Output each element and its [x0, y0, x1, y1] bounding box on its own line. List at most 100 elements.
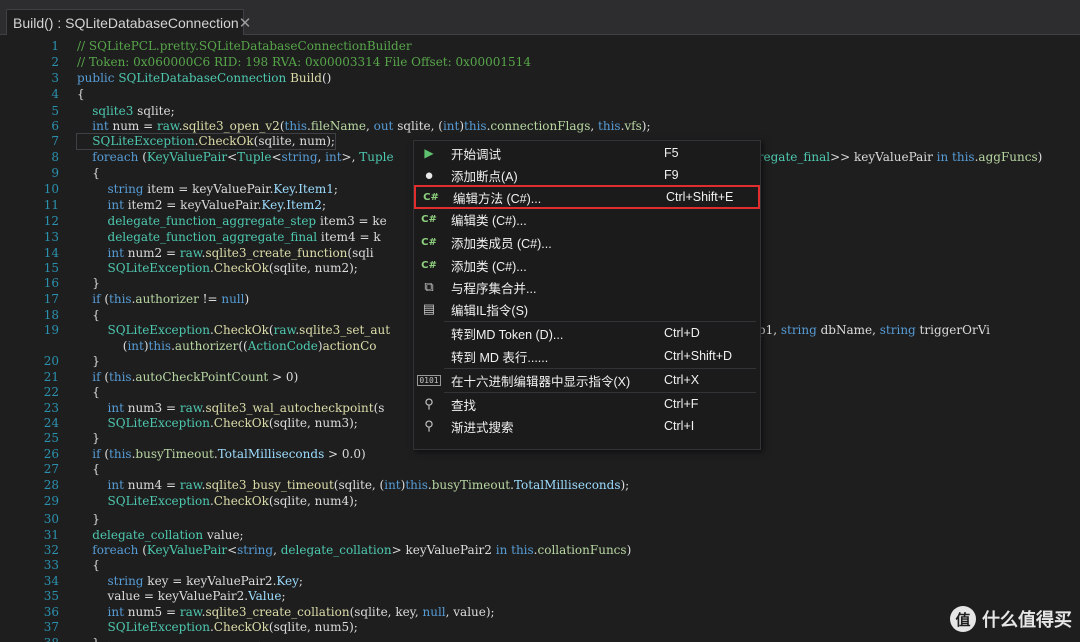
code-token: >,	[341, 150, 360, 164]
menu-item[interactable]: ⚲ 查找 Ctrl+F	[414, 393, 760, 415]
menu-item-shortcut: Ctrl+X	[664, 373, 700, 387]
menu-item[interactable]: ▤ 编辑IL指令(S)	[414, 298, 760, 320]
code-token: {	[77, 87, 85, 101]
code-line[interactable]: 3 public SQLiteDatabaseConnection Build()	[0, 71, 1080, 86]
code-token: foreach	[92, 543, 143, 557]
code-token: (sqlite, num);	[253, 134, 335, 148]
code-token: in	[495, 543, 512, 557]
code-text: // Token: 0x060000C6 RID: 198 RVA: 0x000…	[77, 55, 531, 70]
code-line[interactable]: 37 SQLiteException.CheckOk(sqlite, num5)…	[0, 620, 1080, 635]
code-token: triggerOrVi	[919, 323, 991, 337]
code-line[interactable]: 28 int num4 = raw.sqlite3_busy_timeout(s…	[0, 478, 1080, 493]
line-number: 15	[43, 261, 59, 275]
code-token: sqlite3	[92, 104, 138, 118]
code-token: this	[284, 119, 308, 133]
code-text: SQLiteException.CheckOk(sqlite, num5);	[77, 620, 358, 635]
menu-item[interactable]: ⧉ 与程序集合并...	[414, 276, 760, 298]
code-token: int	[107, 198, 128, 212]
code-line[interactable]: 4{	[0, 87, 1080, 102]
code-line[interactable]: 2 // Token: 0x060000C6 RID: 198 RVA: 0x00…	[0, 55, 1080, 70]
code-line[interactable]: 29 SQLiteException.CheckOk(sqlite, num4)…	[0, 494, 1080, 509]
code-text: delegate_collation value;	[77, 528, 243, 543]
code-token: num3 =	[127, 401, 180, 415]
code-token: Key	[273, 182, 295, 196]
code-token: authorizer	[135, 292, 199, 306]
code-token: raw	[179, 401, 202, 415]
tab-build-method[interactable]: Build() : SQLiteDatabaseConnection ✕	[6, 9, 251, 35]
tab-bar: Build() : SQLiteDatabaseConnection ✕	[0, 0, 1080, 35]
watermark-logo-icon: 值	[950, 606, 976, 632]
menu-item[interactable]: C# 编辑方法 (C#)... Ctrl+Shift+E	[414, 185, 760, 209]
code-token: KeyValuePair	[146, 150, 228, 164]
code-token: <	[227, 543, 238, 557]
code-token: {	[77, 462, 100, 476]
code-line[interactable]: 30 }	[0, 512, 1080, 527]
close-icon[interactable]: ✕	[239, 14, 252, 32]
code-token: this	[109, 447, 132, 461]
menu-item[interactable]: C# 编辑类 (C#)...	[414, 208, 760, 230]
code-line[interactable]: 33 {	[0, 558, 1080, 573]
menu-item[interactable]: ⚲ 渐进式搜索 Ctrl+I	[414, 415, 760, 437]
code-token: item2 = keyValuePair.	[127, 198, 262, 212]
menu-item[interactable]: C# 添加类成员 (C#)...	[414, 231, 760, 253]
code-token: TotalMilliseconds	[217, 447, 325, 461]
line-number: 21	[43, 370, 59, 384]
code-token: SQLiteDatabaseConnection	[118, 71, 291, 85]
menu-item[interactable]: 0101 在十六进制编辑器中显示指令(X) Ctrl+X	[414, 369, 760, 391]
code-token: sqlite3_create_function	[205, 246, 348, 260]
code-token: this	[405, 478, 428, 492]
code-token: ,	[590, 119, 599, 133]
code-line[interactable]: 6 int num = raw.sqlite3_open_v2(this.fil…	[0, 119, 1080, 134]
menu-item[interactable]: 转到 MD 表行...... Ctrl+Shift+D	[414, 345, 760, 367]
code-token: string	[107, 182, 148, 196]
code-text: int num4 = raw.sqlite3_busy_timeout(sqli…	[77, 478, 630, 493]
code-line[interactable]: 31 delegate_collation value;	[0, 528, 1080, 543]
code-token: out	[373, 119, 398, 133]
code-token: (sqlite, num2);	[268, 261, 358, 275]
code-text: }	[77, 512, 100, 527]
code-line[interactable]: 1 // SQLitePCL.pretty.SQLiteDatabaseConne…	[0, 39, 1080, 54]
breakpoint-icon: ●	[424, 166, 434, 184]
code-line[interactable]: 32 foreach (KeyValuePair<string, delegat…	[0, 543, 1080, 558]
code-token: raw	[179, 478, 202, 492]
line-number: 14	[43, 246, 59, 260]
code-token: public	[77, 71, 119, 85]
line-number: 23	[43, 401, 59, 415]
code-token: CheckOk	[213, 323, 269, 337]
menu-item[interactable]: C# 添加类 (C#)...	[414, 254, 760, 276]
code-token: Tuple	[359, 150, 394, 164]
line-number: 34	[43, 574, 59, 588]
code-token: Tuple	[237, 150, 272, 164]
code-token: (s	[373, 401, 385, 415]
code-token: vfs	[624, 119, 642, 133]
line-number: 11	[43, 198, 59, 212]
code-token: SQLiteException	[92, 134, 195, 148]
line-number: 33	[43, 558, 59, 572]
code-line[interactable]: 27 {	[0, 462, 1080, 477]
code-token: raw	[273, 323, 296, 337]
code-text: if (this.autoCheckPointCount > 0)	[77, 370, 298, 385]
menu-item-shortcut: Ctrl+I	[664, 419, 695, 433]
code-token: , value);	[445, 605, 495, 619]
tab-label: Build() : SQLiteDatabaseConnection	[13, 14, 239, 31]
code-line[interactable]: 34 string key = keyValuePair2.Key;	[0, 574, 1080, 589]
code-line[interactable]: 5 sqlite3 sqlite;	[0, 104, 1080, 119]
menu-item[interactable]: ▶ 开始调试 F5	[414, 142, 760, 164]
code-token: // SQLitePCL.pretty.SQLiteDatabaseConnec…	[77, 39, 412, 53]
menu-item-label: 编辑方法 (C#)...	[453, 191, 542, 206]
code-text: (int)this.authorizer((ActionCode)actionC…	[77, 339, 377, 354]
code-line[interactable]: 36 int num5 = raw.sqlite3_create_collati…	[0, 605, 1080, 620]
line-number: 12	[43, 214, 59, 228]
menu-item[interactable]: ● 添加断点(A) F9	[414, 164, 760, 186]
menu-item-label: 渐进式搜索	[451, 420, 514, 435]
menu-item[interactable]: 转到MD Token (D)... Ctrl+D	[414, 322, 760, 344]
code-token: )	[626, 543, 632, 557]
code-line[interactable]: 35 value = keyValuePair2.Value;	[0, 589, 1080, 604]
